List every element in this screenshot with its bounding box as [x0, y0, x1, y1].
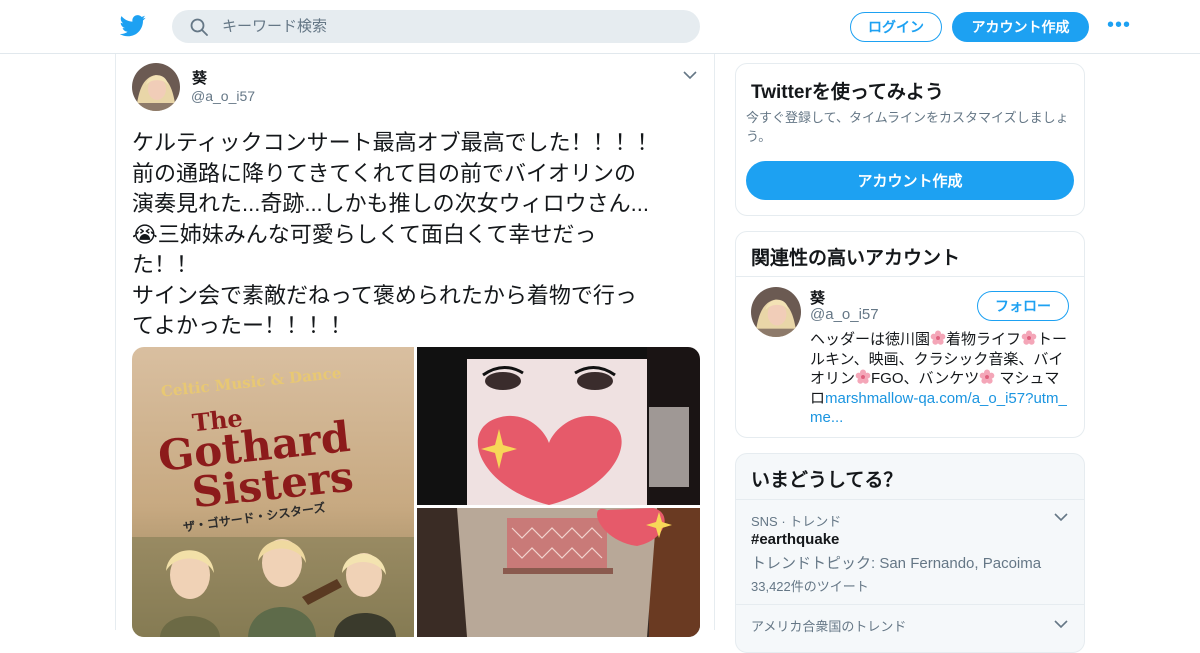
bio-link[interactable]: marshmallow-qa.com/a_o_i57?utm_me... — [810, 390, 1067, 427]
more-dots-icon[interactable]: ••• — [1106, 15, 1132, 37]
related-account-name[interactable]: 葵 — [810, 287, 825, 308]
trend-tweet-count: 33,422件のツイート — [751, 579, 869, 594]
signup-card: Twitterを使ってみよう 今すぐ登録して、タイムラインをカスタマイズしましょ… — [735, 63, 1085, 216]
signup-card-button[interactable]: アカウント作成 — [746, 161, 1074, 200]
tweet-photo-poster[interactable]: Celtic Music & Dance The Gothard Sisters… — [132, 347, 414, 637]
search-input[interactable] — [222, 10, 682, 43]
tweet-card: 葵 @a_o_i57 ケルティックコンサート最高オブ最高でした！！！！ 前の通路… — [115, 54, 715, 637]
trend-topic: トレンドトピック: San Fernando, Pacoima — [751, 555, 1042, 572]
top-navigation-bar: ログイン アカウント作成 ••• — [0, 0, 1200, 54]
login-button[interactable]: ログイン — [850, 12, 942, 42]
search-box[interactable] — [172, 10, 700, 43]
divider — [736, 276, 1084, 277]
cherry-blossom-icon — [930, 330, 946, 345]
author-name[interactable]: 葵 — [192, 67, 207, 88]
trends-card: いまどうしてる？ SNS · トレンド #earthquake トレンドトピック… — [735, 453, 1085, 653]
tweet-photo-selfie[interactable] — [417, 347, 700, 505]
signup-card-title: Twitterを使ってみよう — [751, 82, 944, 103]
chevron-down-icon[interactable] — [1054, 619, 1068, 629]
tweet-text: ケルティックコンサート最高オブ最高でした！！！！ 前の通路に降りてきてくれて目の… — [132, 130, 659, 338]
avatar[interactable] — [751, 287, 801, 337]
bio-text: 着物ライフ — [946, 331, 1022, 348]
avatar[interactable] — [132, 63, 180, 111]
signup-button[interactable]: アカウント作成 — [952, 12, 1089, 42]
related-account-handle[interactable]: @a_o_i57 — [810, 306, 879, 323]
trend-context: SNS · トレンド — [751, 514, 842, 529]
trend-context: アメリカ合衆国のトレンド — [751, 619, 907, 634]
twitter-bird-icon[interactable] — [120, 14, 146, 38]
follow-button[interactable]: フォロー — [977, 291, 1069, 321]
cherry-blossom-icon — [855, 369, 871, 384]
trends-title: いまどうしてる？ — [751, 470, 903, 491]
cherry-blossom-icon — [1021, 330, 1037, 345]
related-accounts-card: 関連性の高いアカウント 葵 @a_o_i57 フォロー ヘッダーは徳川園 着物ライ… — [735, 231, 1085, 438]
divider — [736, 604, 1084, 605]
trend-item[interactable]: SNS · トレンド #earthquake トレンドトピック: San Fer… — [736, 500, 1084, 604]
signup-card-description: 今すぐ登録して、タイムラインをカスタマイズしましょう。 — [746, 110, 1069, 144]
tweet-photo-kimono[interactable] — [417, 508, 700, 637]
search-icon — [190, 18, 208, 36]
trend-name[interactable]: #earthquake — [751, 531, 839, 548]
tweet-photo-grid: Celtic Music & Dance The Gothard Sisters… — [132, 347, 700, 637]
related-accounts-title: 関連性の高いアカウント — [751, 248, 961, 269]
author-handle[interactable]: @a_o_i57 — [191, 88, 255, 104]
chevron-down-icon[interactable] — [682, 68, 698, 82]
bio-text: ヘッダーは徳川園 — [810, 331, 931, 348]
related-account-bio: ヘッダーは徳川園 着物ライフ トールキン、映画、クラシック音楽、バイオリン FGO、バ… — [810, 330, 1074, 428]
chevron-down-icon[interactable] — [1054, 512, 1068, 522]
bio-text: FGO、バンケツ — [871, 370, 980, 387]
cherry-blossom-icon — [979, 369, 995, 384]
